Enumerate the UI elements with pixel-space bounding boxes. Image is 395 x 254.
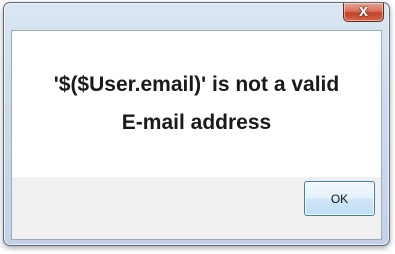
close-icon: X	[358, 5, 369, 19]
dialog-window: X '$($User.email)' is not a valid E-mail…	[3, 2, 390, 246]
error-message: '$($User.email)' is not a valid E-mail a…	[53, 73, 340, 134]
message-area: '$($User.email)' is not a valid E-mail a…	[12, 31, 381, 177]
ok-button[interactable]: OK	[304, 181, 375, 216]
dialog-content: '$($User.email)' is not a valid E-mail a…	[11, 30, 382, 240]
close-button[interactable]: X	[343, 3, 384, 22]
